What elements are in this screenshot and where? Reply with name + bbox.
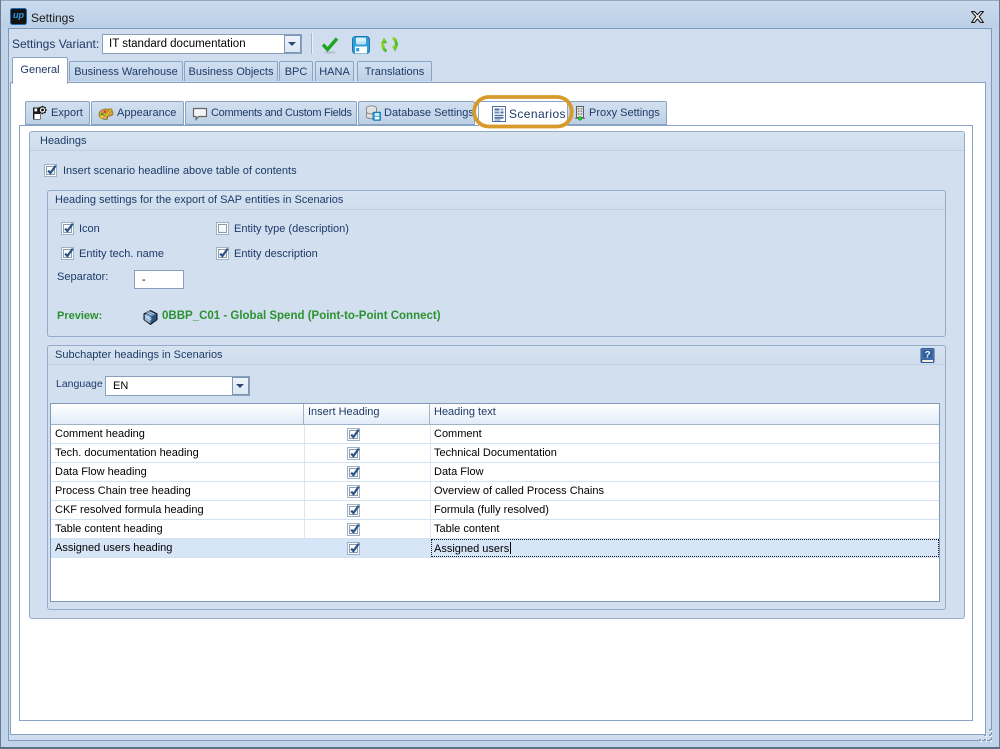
svg-text:?: ?	[925, 350, 931, 361]
